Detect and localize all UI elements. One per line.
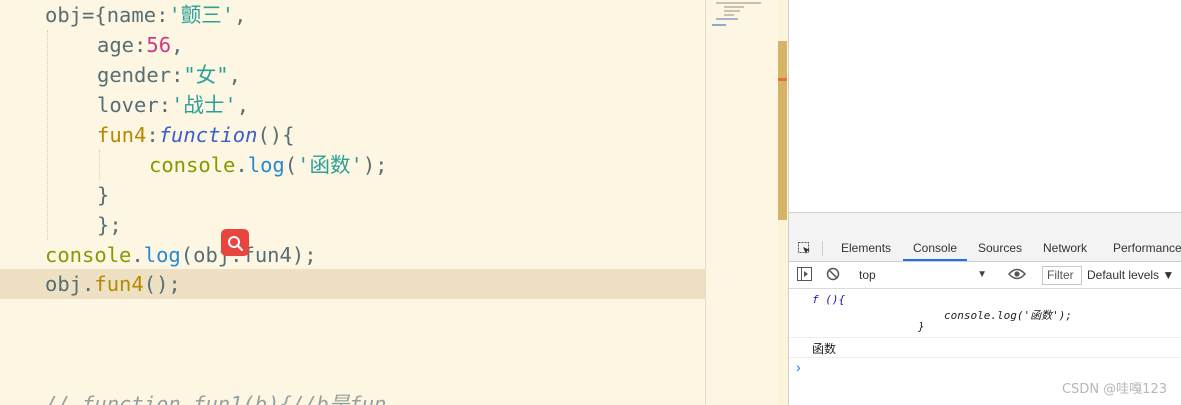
- minimap-line: [716, 18, 738, 20]
- code-token: =: [82, 3, 95, 27]
- code-token: (: [284, 153, 298, 177]
- code-token: :: [156, 3, 169, 27]
- code-editor[interactable]: obj={name:'颤三', age:56, gender:"女", love…: [0, 0, 705, 405]
- inspect-element-icon[interactable]: [798, 242, 811, 255]
- code-token: fun4: [94, 272, 144, 296]
- minimap-line: [716, 2, 761, 4]
- code-token: name: [106, 3, 157, 27]
- code-line[interactable]: obj={name:'颤三',: [0, 0, 705, 30]
- code-token: 56: [146, 33, 172, 57]
- code-token: :: [171, 63, 184, 87]
- context-selector-value: top: [859, 268, 876, 282]
- pane-divider[interactable]: [789, 212, 1181, 237]
- code-token: "女": [183, 63, 229, 87]
- fn-line: console.log('函数');: [944, 309, 1072, 322]
- code-line[interactable]: lover:'战士',: [0, 90, 705, 120]
- code-token: log: [247, 153, 285, 177]
- code-line[interactable]: // function fun1(b){//b是fun: [0, 389, 705, 405]
- code-token: obj: [45, 3, 83, 27]
- console-toolbar: top ▼ Filter Default levels ▼: [789, 262, 1181, 289]
- tab-separator: [822, 241, 823, 256]
- code-line[interactable]: age:56,: [0, 30, 705, 60]
- code-token: :: [158, 93, 172, 117]
- code-token: gender: [97, 63, 172, 87]
- console-message-log[interactable]: 函数: [789, 338, 1181, 358]
- code-token: console: [149, 153, 236, 177]
- code-token: .: [131, 243, 144, 267]
- code-token: {: [94, 3, 107, 27]
- code-token: ,: [171, 33, 184, 57]
- code-line[interactable]: gender:"女",: [0, 60, 705, 90]
- code-token: .: [82, 272, 95, 296]
- code-line[interactable]: }: [0, 180, 705, 210]
- code-token: (){: [257, 123, 295, 147]
- code-line-current[interactable]: obj.fun4();: [0, 269, 705, 299]
- code-token: '颤三': [168, 3, 235, 27]
- console-message-function[interactable]: f (){ console.log('函数'); }: [789, 289, 1181, 338]
- code-token: :: [134, 33, 147, 57]
- code-token: age: [97, 33, 135, 57]
- tab-performance[interactable]: Performance: [1113, 236, 1181, 261]
- code-token: ();: [143, 272, 181, 296]
- code-token: :: [146, 123, 159, 147]
- code-line[interactable]: console.log(obj.fun4);: [0, 240, 705, 270]
- code-line[interactable]: fun4:function(){: [0, 120, 705, 150]
- code-token: console: [45, 243, 132, 267]
- code-token: fun4: [97, 123, 147, 147]
- filter-input[interactable]: Filter: [1042, 266, 1082, 285]
- sidebar-toggle-icon[interactable]: [797, 267, 812, 281]
- code-token: );: [362, 153, 388, 177]
- code-token: };: [97, 213, 122, 237]
- minimap-line: [724, 6, 744, 8]
- scrollbar-marker: [778, 78, 787, 81]
- code-token: .: [235, 153, 248, 177]
- code-token: '函数': [297, 153, 363, 177]
- code-token: obj: [45, 272, 83, 296]
- scrollbar-thumb[interactable]: [778, 41, 787, 220]
- code-token: log: [143, 243, 181, 267]
- tab-elements[interactable]: Elements: [841, 236, 891, 261]
- log-text: 函数: [812, 342, 837, 356]
- minimap[interactable]: [705, 0, 779, 405]
- log-levels-dropdown[interactable]: Default levels ▼: [1087, 266, 1174, 284]
- devtools-tabbar: Elements Console Sources Network Perform…: [789, 236, 1181, 262]
- code-token: function: [158, 123, 258, 147]
- code-token: lover: [97, 93, 159, 117]
- watermark: CSDN @哇嘎123: [1061, 382, 1167, 397]
- clear-console-icon[interactable]: [826, 267, 840, 281]
- tab-sources[interactable]: Sources: [978, 236, 1022, 261]
- chevron-down-icon: ▼: [977, 269, 987, 280]
- eye-icon[interactable]: [1008, 268, 1026, 280]
- code-line[interactable]: };: [0, 210, 705, 240]
- code-token: ,: [228, 63, 241, 87]
- code-line[interactable]: console.log('函数');: [0, 150, 705, 180]
- console-prompt[interactable]: ›: [796, 359, 801, 375]
- minimap-line: [712, 24, 726, 26]
- code-token: ,: [236, 93, 250, 117]
- fn-line: f (){: [812, 293, 846, 306]
- tab-network[interactable]: Network: [1043, 236, 1087, 261]
- code-token: // function fun1(b){//b是fun: [45, 392, 387, 405]
- page-viewport: [789, 0, 1181, 212]
- minimap-line: [724, 10, 740, 12]
- fn-line: }: [918, 320, 925, 333]
- tab-console[interactable]: Console: [903, 236, 968, 261]
- search-icon[interactable]: [221, 229, 249, 256]
- code-token: '战士': [171, 93, 237, 117]
- code-token: }: [97, 183, 110, 207]
- devtools-panel: Elements Console Sources Network Perform…: [788, 0, 1181, 405]
- code-token: ,: [234, 3, 247, 27]
- context-selector[interactable]: top ▼: [859, 266, 991, 284]
- minimap-line: [724, 14, 734, 16]
